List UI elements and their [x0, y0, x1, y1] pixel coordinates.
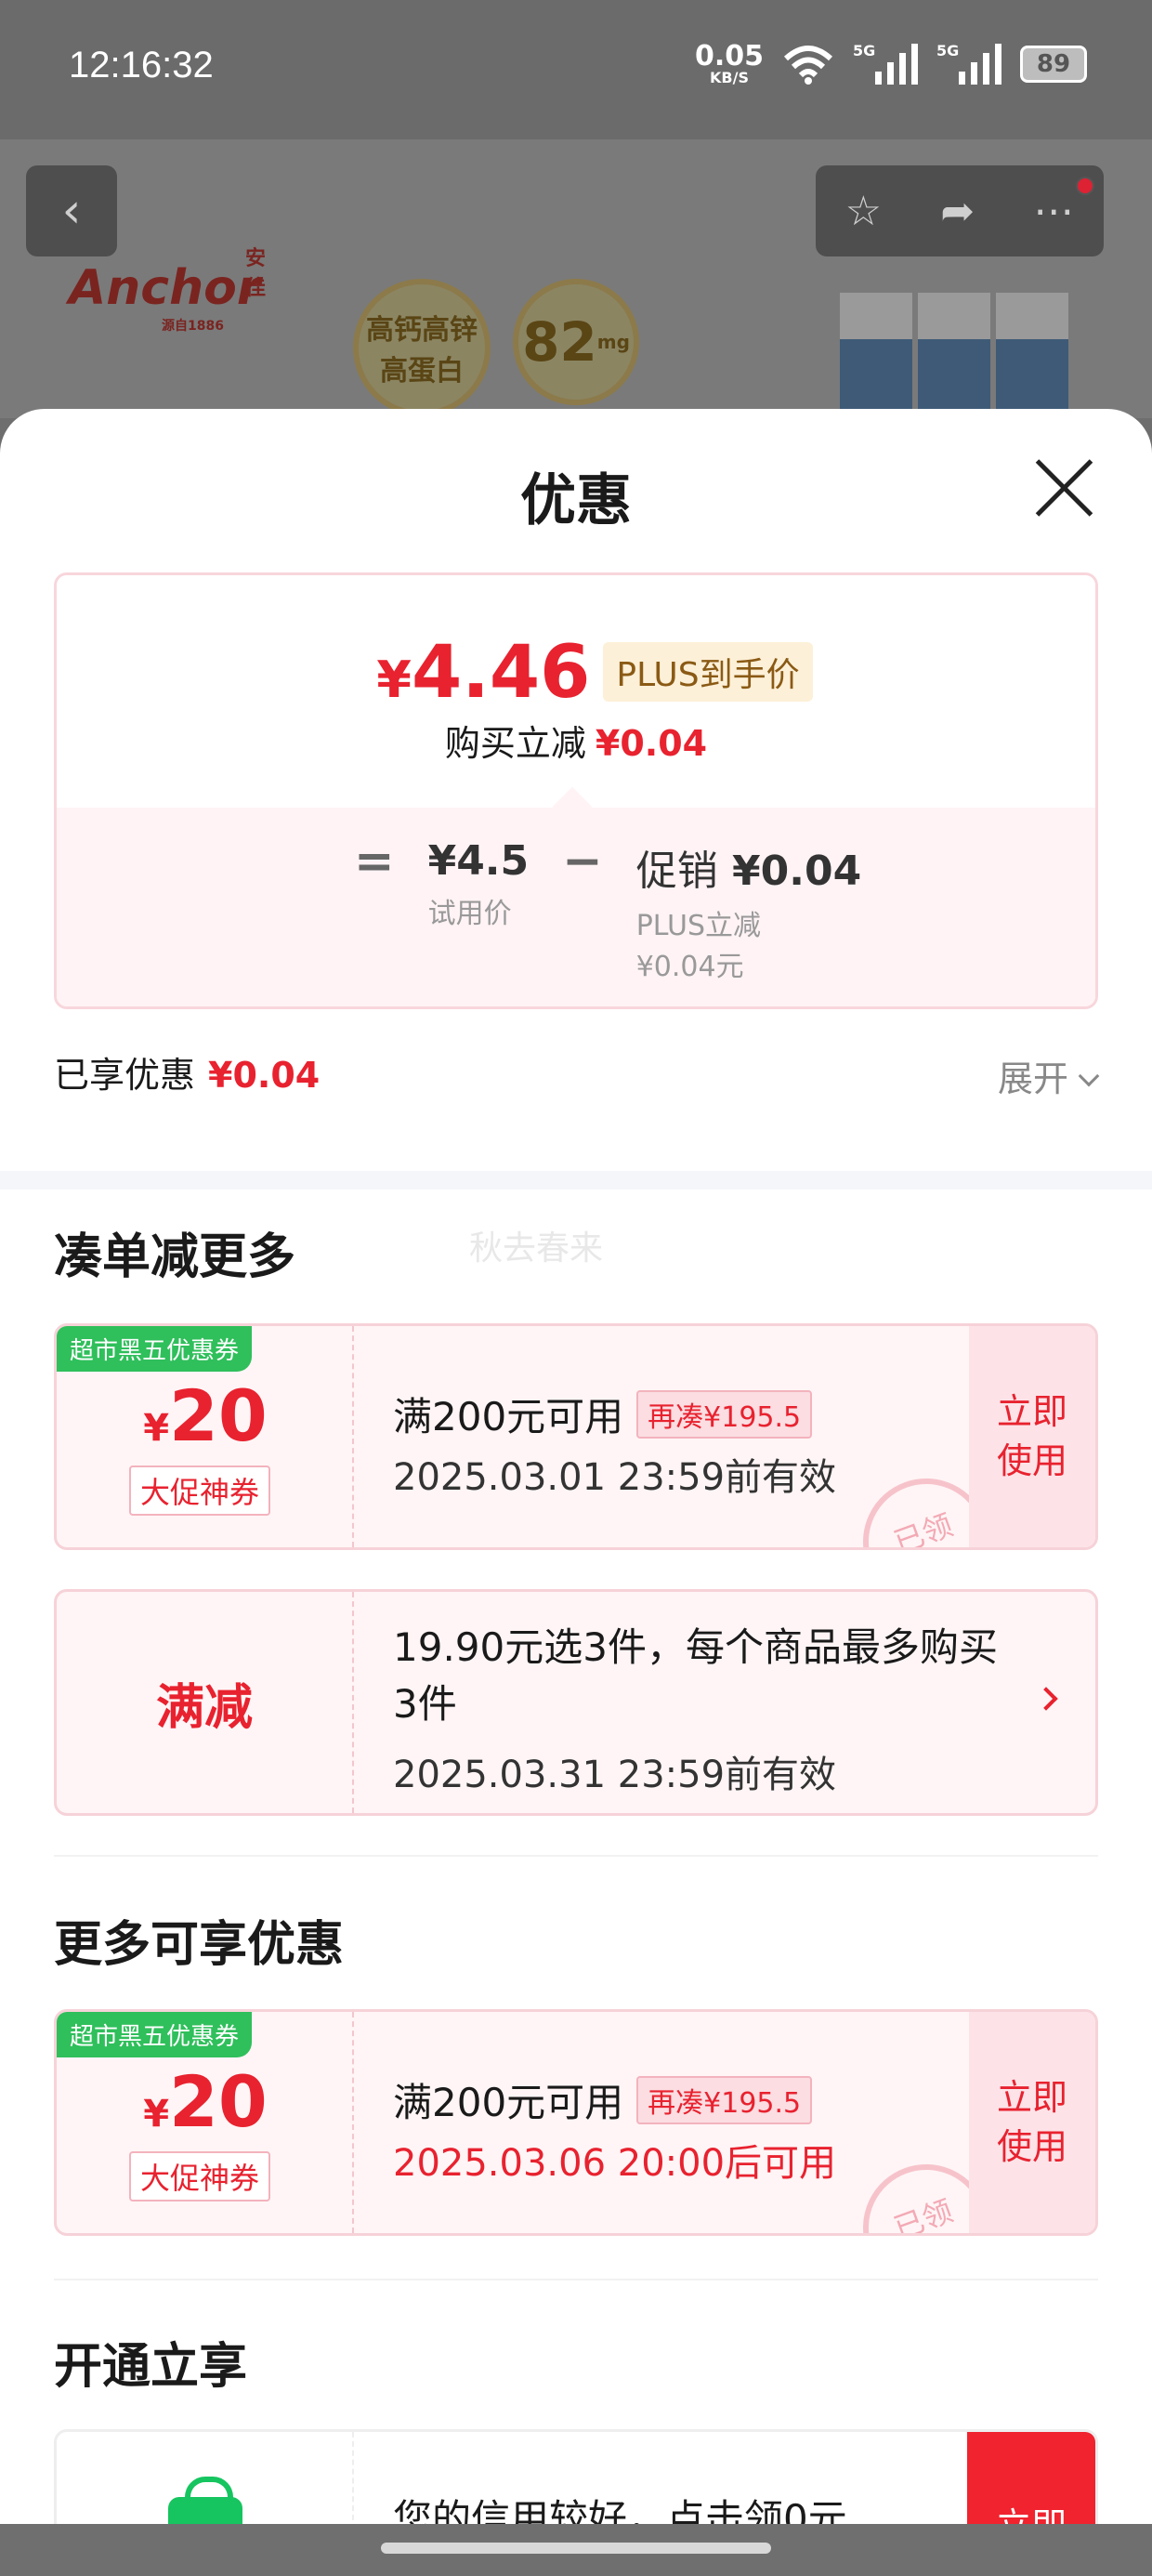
promotion-value: 促销 ¥0.04: [635, 848, 862, 895]
coupon-left: 超市黑五优惠券 ¥20 大促神券: [57, 2012, 354, 2233]
coupon-condition: 满200元可用 再凑¥195.5: [393, 2071, 813, 2128]
price-breakdown: = ¥4.5 试用价 − 促销 ¥0.04 PLUS立减 ¥0.04元: [57, 808, 1095, 1006]
status-bar: 12:16:32 0.05 KB/S 5G 5G 89: [0, 0, 1152, 139]
equals-sign: =: [354, 834, 395, 889]
coupon-tag: 超市黑五优惠券: [57, 2012, 253, 2057]
buy-reduce-label: 购买立减: [444, 723, 586, 764]
enjoyed-label: 已享优惠: [54, 1055, 196, 1096]
coupon-validity: 2025.03.06 20:00后可用: [393, 2142, 837, 2185]
brand-logo: Anchor 安佳 源自1886: [69, 247, 266, 334]
price-row: ¥4.46 PLUS到手价: [57, 631, 1095, 715]
coupon-amount: ¥20: [143, 2060, 268, 2143]
full-reduction-card[interactable]: 满减 19.90元选3件，每个商品最多购买3件 2025.03.31 23:59…: [54, 1589, 1098, 1816]
product-image: [840, 293, 912, 423]
star-icon[interactable]: ☆: [845, 188, 882, 235]
use-now-button[interactable]: 立即使用: [969, 1326, 1095, 1547]
close-icon[interactable]: [1031, 455, 1096, 520]
price-top: ¥4.46 PLUS到手价 购买立减 ¥0.04: [57, 575, 1095, 808]
brand-name: Anchor: [69, 260, 261, 316]
protein-badge-value: 82: [522, 310, 597, 374]
chevron-right-icon: [1034, 1687, 1058, 1711]
discount-sheet: 优惠 ¥4.46 PLUS到手价 购买立减 ¥0.04 = ¥4.5 试用价 − …: [0, 409, 1152, 2528]
coupon-left: 超市黑五优惠券 ¥20 大促神券: [57, 1326, 354, 1547]
expand-label: 展开: [997, 1058, 1068, 1099]
coupon-need-more: 再凑¥195.5: [636, 1389, 813, 1439]
section-title-more-savings: 凑单减更多: [54, 1229, 296, 1285]
chevron-down-icon: [1078, 1065, 1100, 1087]
enjoyed-amount: ¥0.04: [208, 1055, 321, 1096]
coupon-condition-text: 满200元可用: [393, 2080, 624, 2125]
price-summary-card: ¥4.46 PLUS到手价 购买立减 ¥0.04 = ¥4.5 试用价 − 促销 …: [54, 572, 1098, 1009]
calcium-badge: 高钙高锌 高蛋白: [353, 279, 491, 416]
gesture-bar: [0, 2524, 1152, 2576]
protein-badge-unit: mg: [596, 331, 630, 353]
product-images: [840, 293, 1068, 423]
full-reduction-label: 满减: [57, 1592, 354, 1813]
brand-name-cn: 安佳: [245, 247, 267, 300]
buy-reduce-amount: ¥0.04: [595, 723, 708, 764]
product-image: [918, 293, 990, 423]
notification-dot: [1076, 177, 1094, 195]
coupon-need-more: 再凑¥195.5: [636, 2075, 813, 2124]
full-reduction-validity: 2025.03.31 23:59前有效: [393, 1754, 837, 1796]
signal-label-1: 5G: [853, 42, 876, 59]
promotion: 促销 ¥0.04 PLUS立减 ¥0.04元: [636, 837, 862, 984]
back-button[interactable]: ‹: [26, 165, 117, 256]
coupon-card[interactable]: 超市黑五优惠券 ¥20 大促神券 满200元可用 再凑¥195.5 2025.0…: [54, 1323, 1098, 1550]
coupon-amount: ¥20: [143, 1374, 268, 1457]
watermark: 秋去春来: [469, 1229, 604, 1268]
full-reduction-desc: 19.90元选3件，每个商品最多购买3件: [393, 1624, 998, 1727]
section-title-open-enjoy: 开通立享: [54, 2339, 248, 2395]
minus-sign: −: [562, 834, 603, 889]
credit-offer-left: [57, 2432, 354, 2528]
sheet-title: 优惠: [520, 468, 632, 533]
credit-offer-card[interactable]: 您的信用较好，点击领0元 立即: [54, 2429, 1098, 2528]
product-header: ‹ ☆ ➦ ⋯ Anchor 安佳 源自1886 高钙高锌 高蛋白 82 mg: [0, 139, 1152, 423]
coupon-kind: 大促神券: [129, 1465, 271, 1516]
buy-reduce: 购买立减 ¥0.04: [57, 715, 1095, 766]
coupon-card[interactable]: 超市黑五优惠券 ¥20 大促神券 满200元可用 再凑¥195.5 2025.0…: [54, 2009, 1098, 2236]
section-divider: [0, 1171, 1152, 1189]
back-icon: ‹: [61, 183, 82, 239]
divider: [54, 2279, 1098, 2280]
net-speed: 0.05 KB/S: [695, 43, 764, 85]
section-title-more-offers: 更多可享优惠: [54, 1917, 345, 1973]
open-now-button[interactable]: 立即: [967, 2432, 1095, 2528]
share-icon[interactable]: ➦: [940, 188, 975, 235]
header-actions: ☆ ➦ ⋯: [816, 165, 1104, 256]
trial-price: ¥4.5 试用价: [428, 837, 530, 984]
divider: [54, 1855, 1098, 1857]
plus-price-tag: PLUS到手价: [603, 642, 813, 702]
coupon-kind: 大促神券: [129, 2151, 271, 2201]
coupon-tag: 超市黑五优惠券: [57, 1326, 253, 1372]
more-icon[interactable]: ⋯: [1033, 188, 1074, 235]
signal-label-2: 5G: [936, 42, 960, 59]
status-icons: 0.05 KB/S 5G 5G 89: [695, 42, 1087, 85]
price-calculation: = ¥4.5 试用价 − 促销 ¥0.04 PLUS立减 ¥0.04元: [354, 837, 861, 984]
coupon-condition: 满200元可用 再凑¥195.5: [393, 1386, 813, 1442]
home-indicator[interactable]: [381, 2543, 771, 2554]
battery-icon: 89: [1020, 46, 1087, 83]
expand-button[interactable]: 展开: [997, 1050, 1100, 1101]
credit-offer-text: 您的信用较好，点击领0元: [393, 2496, 847, 2528]
product-image: [996, 293, 1068, 423]
status-time: 12:16:32: [69, 45, 214, 85]
trial-price-label: 试用价: [427, 898, 512, 930]
final-price: ¥4.46: [376, 631, 591, 715]
net-speed-value: 0.05: [694, 40, 764, 72]
coupon-condition-text: 满200元可用: [393, 1394, 624, 1439]
promotion-label: PLUS立减: [635, 910, 762, 942]
coupon-validity: 2025.03.01 23:59前有效: [393, 1456, 837, 1499]
trial-price-value: ¥4.5: [427, 837, 530, 885]
enjoyed-discount: 已享优惠 ¥0.04: [54, 1046, 320, 1097]
wifi-icon: [783, 46, 833, 85]
net-speed-unit: KB/S: [710, 69, 749, 86]
signal-icon-1: 5G: [853, 42, 918, 85]
brand-since: 源自1886: [162, 319, 224, 334]
signal-icon-2: 5G: [936, 42, 1001, 85]
promotion-label-amount: ¥0.04元: [635, 951, 744, 983]
protein-badge: 82 mg: [513, 279, 639, 405]
use-now-button[interactable]: 立即使用: [969, 2012, 1095, 2233]
